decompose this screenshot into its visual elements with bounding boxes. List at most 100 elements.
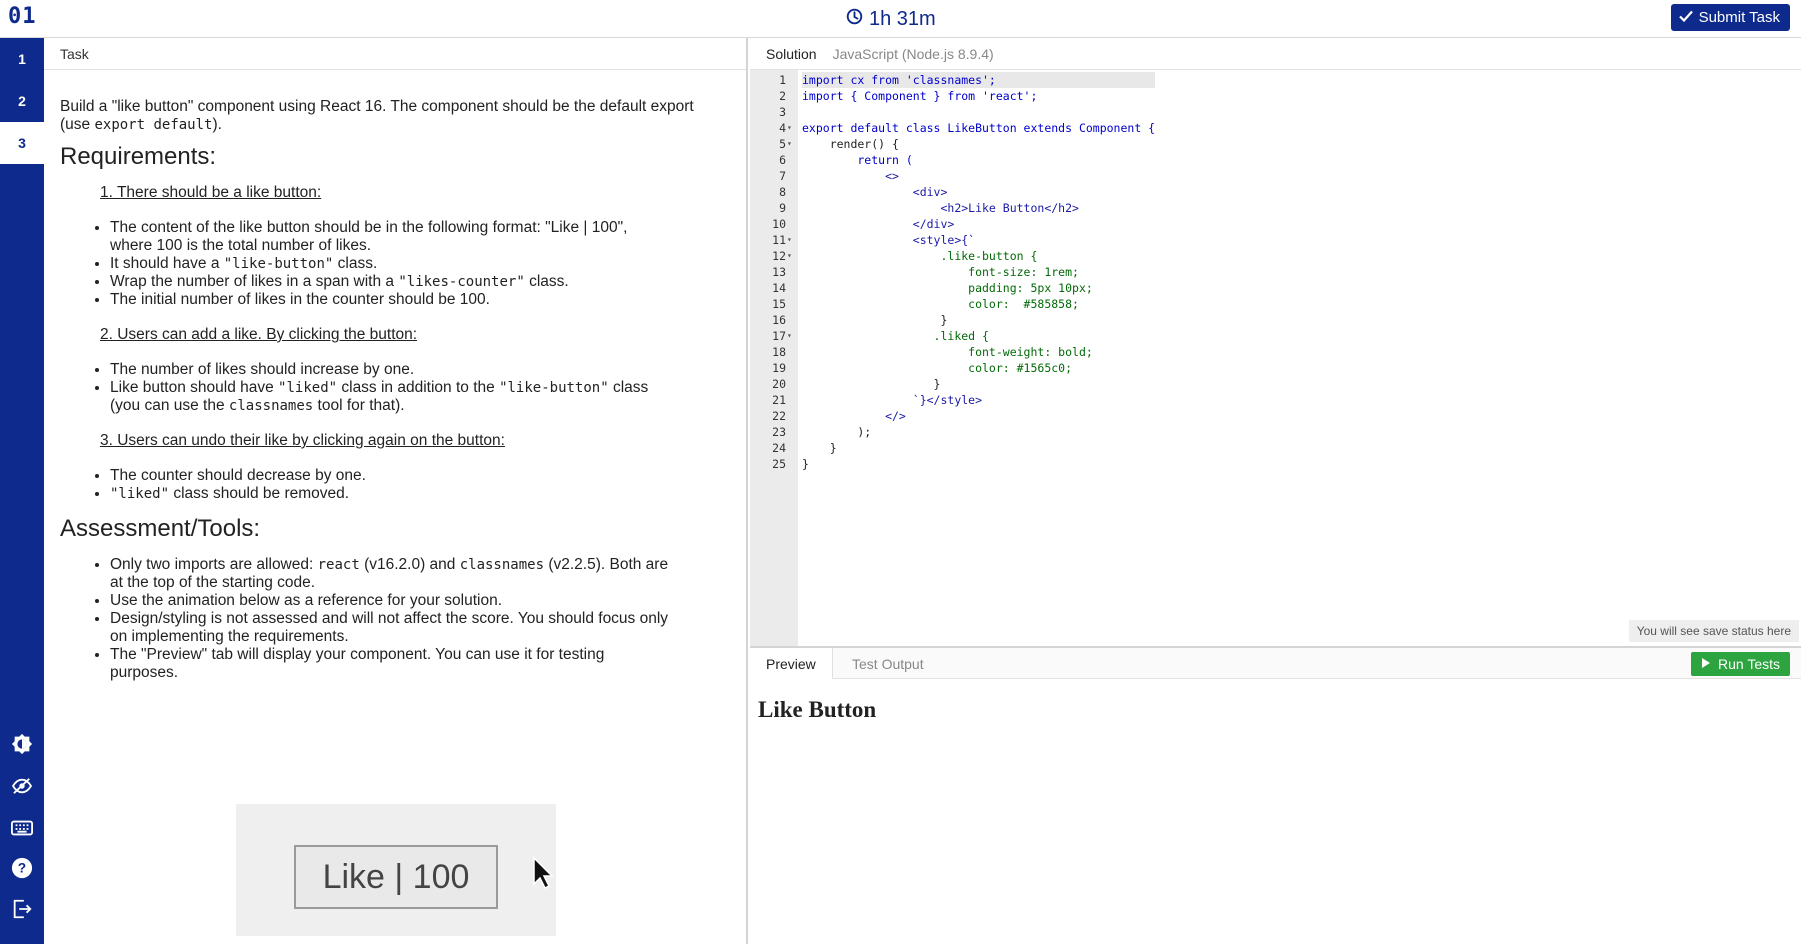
code-line[interactable]: 7 <>: [779, 168, 1155, 184]
nav-task-1[interactable]: 1: [0, 38, 44, 80]
submit-task-button[interactable]: Submit Task: [1670, 4, 1790, 31]
mouse-cursor-icon: [532, 856, 554, 895]
fold-arrow-icon[interactable]: ▾: [787, 136, 792, 152]
code-line[interactable]: 3: [779, 104, 1155, 120]
line-number: 11: [772, 233, 786, 247]
code-line[interactable]: 18 font-weight: bold;: [772, 344, 1155, 360]
nav-task-3[interactable]: 3: [0, 122, 44, 164]
code-text: </>: [802, 409, 906, 423]
line-number: 14: [772, 281, 786, 295]
code-line[interactable]: 2 import { Component } from 'react';: [779, 88, 1155, 104]
line-number: 19: [772, 361, 786, 375]
svg-text:?: ?: [18, 861, 26, 876]
code-text: import { Component } from 'react';: [802, 89, 1038, 103]
line-number: 1: [779, 73, 786, 87]
line-number: 15: [772, 297, 786, 311]
list-item: Wrap the number of likes in a span with …: [110, 273, 670, 291]
code-line[interactable]: 15 color: #585858;: [772, 296, 1155, 312]
code-line[interactable]: 9 <h2>Like Button</h2>: [779, 200, 1155, 216]
fold-arrow-icon[interactable]: ▾: [787, 328, 792, 344]
assessment-heading: Assessment/Tools:: [60, 515, 261, 542]
code-line[interactable]: 5 ▾ render() {: [779, 136, 1155, 152]
code-editor[interactable]: 1 import cx from 'classnames'; 2 import { C…: [750, 70, 1801, 646]
code-line[interactable]: 19 color: #1565c0;: [772, 360, 1155, 376]
code-text: .like-button {: [802, 249, 1038, 263]
line-number: 3: [779, 105, 786, 119]
code-line[interactable]: 24 }: [772, 440, 1155, 456]
task-header: Task: [44, 38, 746, 70]
code-line[interactable]: 4 ▾ export default class LikeButton extend…: [779, 120, 1155, 136]
line-number: 17: [772, 329, 786, 343]
requirement-2-list: The number of likes should increase by o…: [110, 361, 670, 415]
check-icon: [1678, 9, 1693, 26]
code-text: <div>: [802, 185, 948, 199]
line-number: 12: [772, 249, 786, 263]
theme-contrast-icon[interactable]: [8, 730, 36, 758]
line-number: 24: [772, 441, 786, 455]
code-line[interactable]: 11 ▾ <style>{`: [772, 232, 1155, 248]
line-number: 16: [772, 313, 786, 327]
code-text: font-size: 1rem;: [802, 265, 1079, 279]
tab-test-output[interactable]: Test Output: [836, 648, 940, 679]
line-number: 2: [779, 89, 786, 103]
line-number: 9: [779, 201, 786, 215]
code-text: <h2>Like Button</h2>: [802, 201, 1079, 215]
preview-pane: Preview Test Output Run Tests Like Butto…: [750, 646, 1801, 944]
line-number: 7: [779, 169, 786, 183]
list-item: Design/styling is not assessed and will …: [110, 610, 670, 646]
help-icon[interactable]: ?: [8, 854, 36, 882]
code-line[interactable]: 10 </div>: [772, 216, 1155, 232]
requirement-3-list: The counter should decrease by one. "lik…: [110, 467, 670, 503]
line-number: 21: [772, 393, 786, 407]
code-text: <>: [802, 169, 899, 183]
code-text: color: #1565c0;: [802, 361, 1073, 375]
code-line[interactable]: 8 <div>: [779, 184, 1155, 200]
code-line[interactable]: 23 );: [772, 424, 1155, 440]
code-line[interactable]: 20 }: [772, 376, 1155, 392]
code-text: }: [802, 313, 948, 327]
code-text: color: #585858;: [802, 297, 1079, 311]
eye-slash-icon[interactable]: [8, 772, 36, 800]
line-number: 23: [772, 425, 786, 439]
code-line[interactable]: 22 </>: [772, 408, 1155, 424]
list-item: The initial number of likes in the count…: [110, 291, 670, 309]
clock-icon: [846, 8, 863, 30]
tab-preview[interactable]: Preview: [750, 648, 833, 679]
run-tests-button[interactable]: Run Tests: [1691, 652, 1790, 676]
solution-tab[interactable]: Solution: [766, 46, 817, 69]
language-label[interactable]: JavaScript (Node.js 8.9.4): [833, 46, 994, 69]
fold-arrow-icon[interactable]: ▾: [787, 248, 792, 264]
code-line[interactable]: 17 ▾ .liked {: [772, 328, 1155, 344]
solution-pane: Solution JavaScript (Node.js 8.9.4) 1 imp…: [750, 38, 1801, 646]
list-item: "liked" class should be removed.: [110, 485, 670, 503]
code-line[interactable]: 14 padding: 5px 10px;: [772, 280, 1155, 296]
code-text: render() {: [802, 137, 899, 151]
code-line[interactable]: 12 ▾ .like-button {: [772, 248, 1155, 264]
task-intro: Build a "like button" component using Re…: [60, 98, 694, 133]
code-line[interactable]: 16 }: [772, 312, 1155, 328]
list-item: The counter should decrease by one.: [110, 467, 670, 485]
exit-icon[interactable]: [8, 895, 36, 923]
line-number: 20: [772, 377, 786, 391]
code-text: }: [802, 457, 809, 471]
code-text: }: [802, 441, 837, 455]
code-lines[interactable]: 1 import cx from 'classnames'; 2 import { C…: [772, 72, 1156, 472]
code-line[interactable]: 13 font-size: 1rem;: [772, 264, 1155, 280]
code-text: import cx from 'classnames';: [802, 73, 996, 87]
line-number: 13: [772, 265, 786, 279]
fold-arrow-icon[interactable]: ▾: [787, 232, 792, 248]
line-number: 5: [779, 137, 786, 151]
left-nav: 1 2 3 ?: [0, 38, 44, 944]
line-number: 6: [779, 153, 786, 167]
code-text: return (: [802, 153, 913, 167]
code-line[interactable]: 1 import cx from 'classnames';: [779, 72, 1156, 88]
code-text: );: [802, 425, 872, 439]
code-line[interactable]: 21 `}</style>: [772, 392, 1155, 408]
play-icon: [1701, 656, 1711, 672]
list-item: The content of the like button should be…: [110, 219, 670, 255]
keyboard-icon[interactable]: [8, 814, 36, 842]
code-line[interactable]: 6 return (: [779, 152, 1155, 168]
fold-arrow-icon[interactable]: ▾: [787, 120, 792, 136]
code-line[interactable]: 25}: [772, 456, 1155, 472]
nav-task-2[interactable]: 2: [0, 80, 44, 122]
